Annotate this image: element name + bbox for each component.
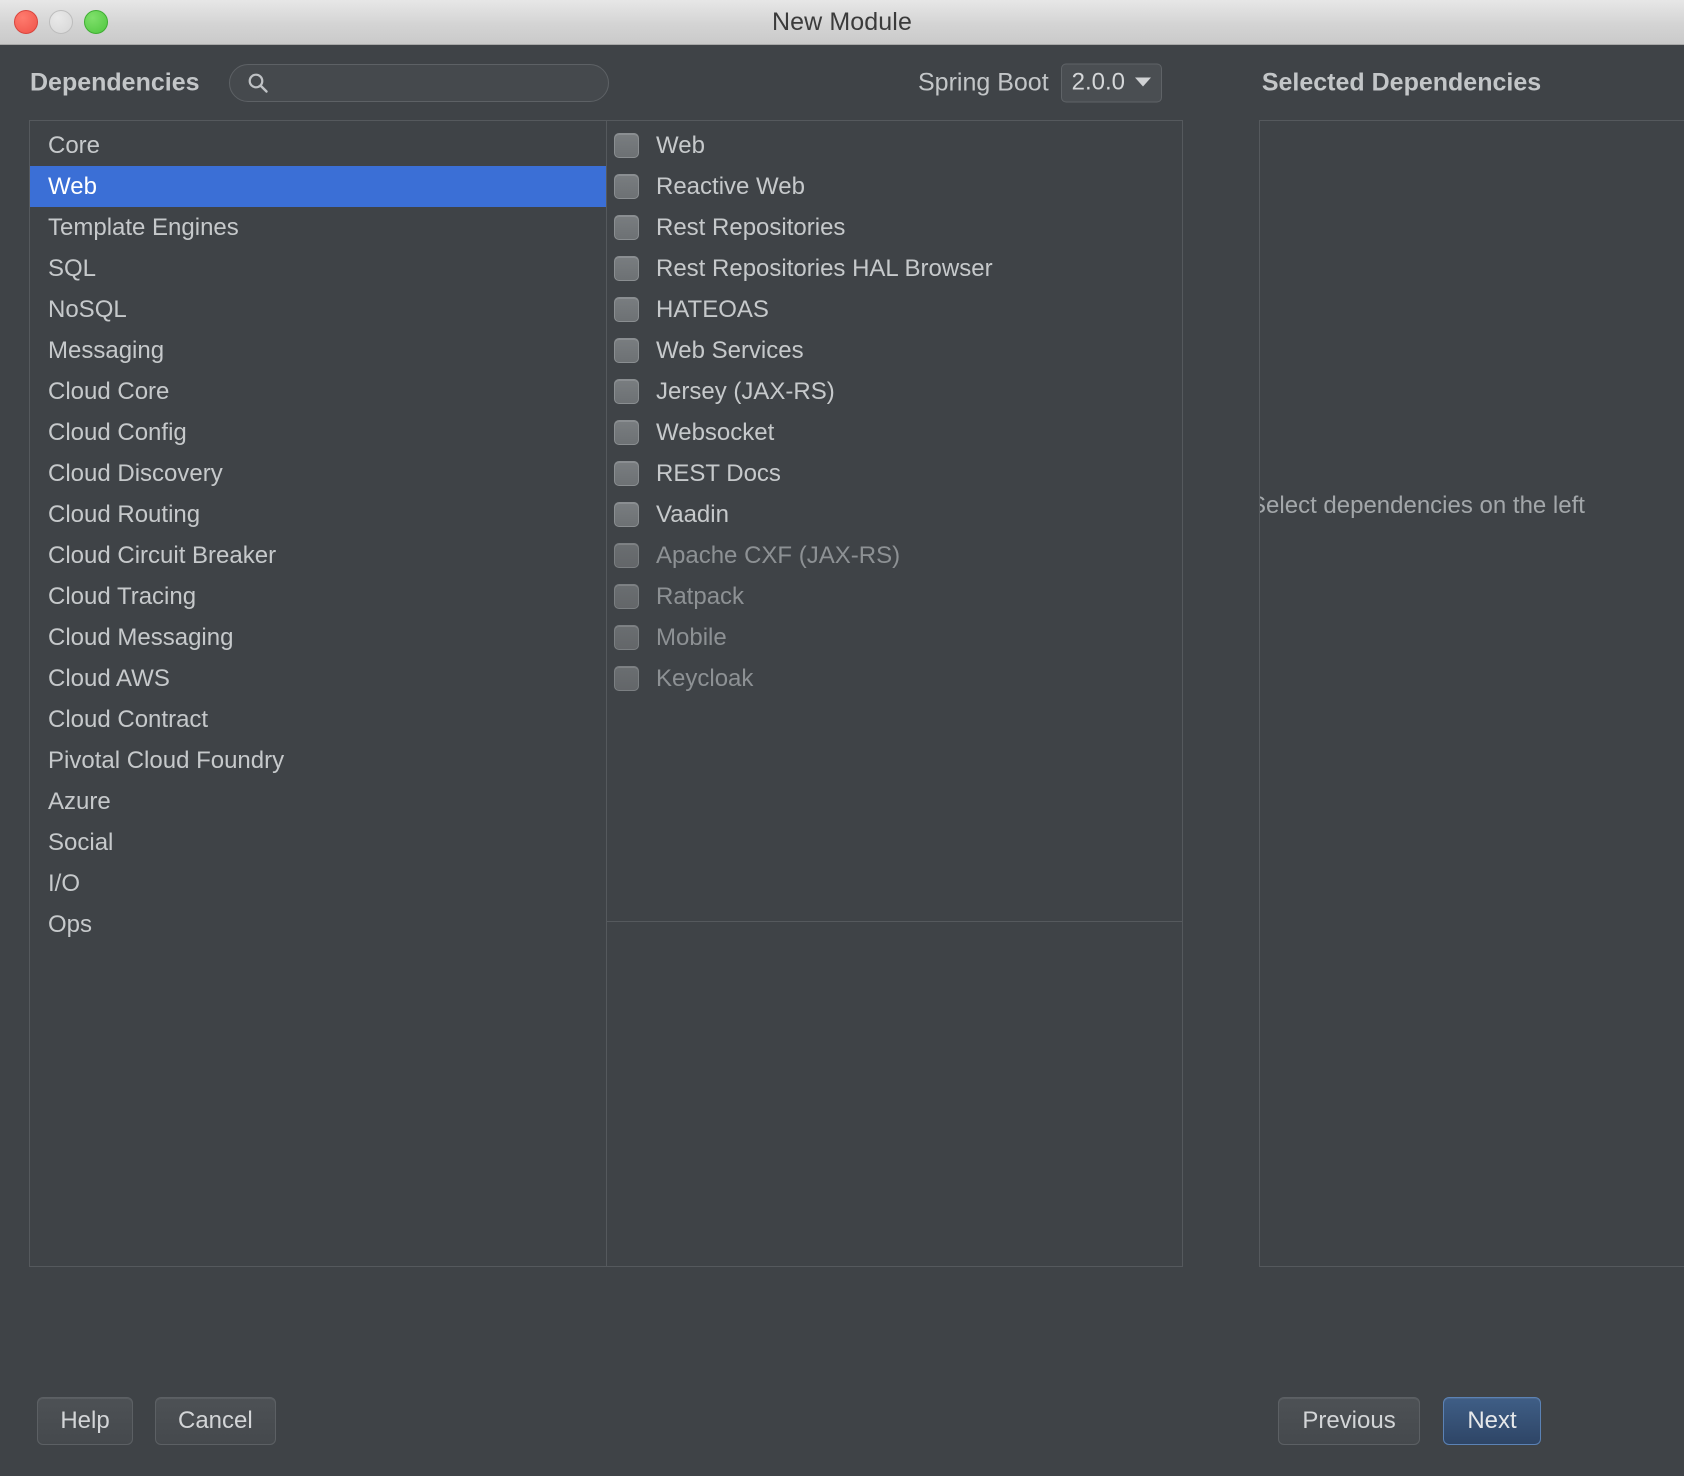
dependency-item[interactable]: Rest Repositories HAL Browser bbox=[607, 248, 1182, 289]
category-item[interactable]: Cloud Tracing bbox=[30, 576, 606, 617]
checkbox-icon[interactable] bbox=[614, 215, 639, 240]
selected-dependencies-panel[interactable]: Select dependencies on the left bbox=[1259, 120, 1684, 1267]
dependency-item[interactable]: Web bbox=[607, 125, 1182, 166]
dependency-item: Keycloak bbox=[607, 658, 1182, 699]
zoom-button[interactable] bbox=[84, 10, 108, 34]
dialog-body: Core Web Template Engines SQL NoSQL Messaging… bbox=[0, 120, 1684, 1366]
checkbox-icon bbox=[614, 625, 639, 650]
previous-button[interactable]: Previous bbox=[1278, 1397, 1420, 1445]
dependency-item-label: Jersey (JAX-RS) bbox=[656, 377, 835, 405]
category-item[interactable]: Cloud Config bbox=[30, 412, 606, 453]
dependency-item: Ratpack bbox=[607, 576, 1182, 617]
category-item[interactable]: Cloud AWS bbox=[30, 658, 606, 699]
category-item[interactable]: Cloud Routing bbox=[30, 494, 606, 535]
checkbox-icon bbox=[614, 543, 639, 568]
dependency-item[interactable]: HATEOAS bbox=[607, 289, 1182, 330]
checkbox-icon[interactable] bbox=[614, 420, 639, 445]
dependency-item-label: Rest Repositories HAL Browser bbox=[656, 254, 993, 282]
spring-boot-version-control: Spring Boot 2.0.0 bbox=[918, 63, 1163, 102]
search-input[interactable] bbox=[278, 71, 596, 94]
new-module-dialog: New Module Dependencies Spring Boot 2.0.… bbox=[0, 0, 1684, 1476]
dependency-item[interactable]: Vaadin bbox=[607, 494, 1182, 535]
checkbox-icon[interactable] bbox=[614, 297, 639, 322]
checkbox-icon[interactable] bbox=[614, 502, 639, 527]
checkbox-icon[interactable] bbox=[614, 133, 639, 158]
spring-boot-version-value: 2.0.0 bbox=[1071, 68, 1126, 95]
checkbox-icon[interactable] bbox=[614, 256, 639, 281]
category-item[interactable]: Pivotal Cloud Foundry bbox=[30, 740, 606, 781]
checkbox-icon[interactable] bbox=[614, 461, 639, 486]
dependency-item-label: Ratpack bbox=[656, 582, 745, 610]
window-title: New Module bbox=[772, 7, 912, 36]
checkbox-icon[interactable] bbox=[614, 379, 639, 404]
category-item[interactable]: Social bbox=[30, 822, 606, 863]
category-item[interactable]: Azure bbox=[30, 781, 606, 822]
category-item[interactable]: Core bbox=[30, 125, 606, 166]
dependency-item-label: Vaadin bbox=[656, 500, 729, 528]
dependency-item: Apache CXF (JAX-RS) bbox=[607, 535, 1182, 576]
close-button[interactable] bbox=[14, 10, 38, 34]
category-list: Core Web Template Engines SQL NoSQL Messaging… bbox=[30, 121, 606, 945]
dependency-item-label: Reactive Web bbox=[656, 172, 805, 200]
spring-boot-version-dropdown[interactable]: 2.0.0 bbox=[1060, 63, 1163, 102]
title-bar: New Module bbox=[0, 0, 1684, 45]
dependency-item[interactable]: Jersey (JAX-RS) bbox=[607, 371, 1182, 412]
search-icon bbox=[246, 71, 270, 95]
category-item[interactable]: Template Engines bbox=[30, 207, 606, 248]
header-bar: Dependencies Spring Boot 2.0.0 Selected … bbox=[0, 45, 1684, 120]
dependency-list: Web Reactive Web Rest Repositories Rest Rep… bbox=[607, 121, 1182, 699]
checkbox-icon[interactable] bbox=[614, 338, 639, 363]
dependency-item-label: Web Services bbox=[656, 336, 804, 364]
minimize-button[interactable] bbox=[49, 10, 73, 34]
category-item[interactable]: Ops bbox=[30, 904, 606, 945]
cancel-button[interactable]: Cancel bbox=[155, 1397, 276, 1445]
dependency-item[interactable]: Web Services bbox=[607, 330, 1182, 371]
category-item[interactable]: Cloud Discovery bbox=[30, 453, 606, 494]
next-button[interactable]: Next bbox=[1443, 1397, 1541, 1445]
window-controls bbox=[14, 10, 108, 34]
category-list-panel[interactable]: Core Web Template Engines SQL NoSQL Messaging… bbox=[29, 120, 606, 1267]
dependency-item[interactable]: Reactive Web bbox=[607, 166, 1182, 207]
dependency-item: Mobile bbox=[607, 617, 1182, 658]
dependency-item[interactable]: Websocket bbox=[607, 412, 1182, 453]
dependency-item-label: REST Docs bbox=[656, 459, 781, 487]
checkbox-icon[interactable] bbox=[614, 174, 639, 199]
dependency-item-label: Websocket bbox=[656, 418, 775, 446]
dependency-item-label: Rest Repositories bbox=[656, 213, 846, 241]
category-item[interactable]: SQL bbox=[30, 248, 606, 289]
dependency-item-label: Keycloak bbox=[656, 664, 754, 692]
spring-boot-label: Spring Boot bbox=[918, 68, 1049, 96]
dependency-list-divider bbox=[607, 921, 1182, 922]
category-item[interactable]: Cloud Messaging bbox=[30, 617, 606, 658]
checkbox-icon bbox=[614, 666, 639, 691]
selected-dependencies-heading: Selected Dependencies bbox=[1261, 68, 1542, 96]
dependency-list-panel[interactable]: Web Reactive Web Rest Repositories Rest Rep… bbox=[606, 120, 1183, 1267]
selected-dependencies-placeholder: Select dependencies on the left bbox=[1259, 492, 1585, 519]
category-item[interactable]: Web bbox=[30, 166, 606, 207]
search-field[interactable] bbox=[229, 63, 609, 102]
checkbox-icon bbox=[614, 584, 639, 609]
dependency-item-label: Mobile bbox=[656, 623, 727, 651]
category-item[interactable]: Messaging bbox=[30, 330, 606, 371]
dependency-item-label: Apache CXF (JAX-RS) bbox=[656, 541, 901, 569]
category-item[interactable]: Cloud Circuit Breaker bbox=[30, 535, 606, 576]
chevron-down-icon bbox=[1135, 77, 1152, 87]
footer-bar: Help Cancel Previous Next bbox=[0, 1366, 1684, 1476]
category-item[interactable]: NoSQL bbox=[30, 289, 606, 330]
category-item[interactable]: Cloud Core bbox=[30, 371, 606, 412]
dependency-item-label: HATEOAS bbox=[656, 295, 769, 323]
dependency-item[interactable]: Rest Repositories bbox=[607, 207, 1182, 248]
dependency-item-label: Web bbox=[656, 131, 705, 159]
category-item[interactable]: I/O bbox=[30, 863, 606, 904]
help-button[interactable]: Help bbox=[37, 1397, 133, 1445]
dependency-item[interactable]: REST Docs bbox=[607, 453, 1182, 494]
dependencies-heading: Dependencies bbox=[30, 68, 200, 96]
category-item[interactable]: Cloud Contract bbox=[30, 699, 606, 740]
